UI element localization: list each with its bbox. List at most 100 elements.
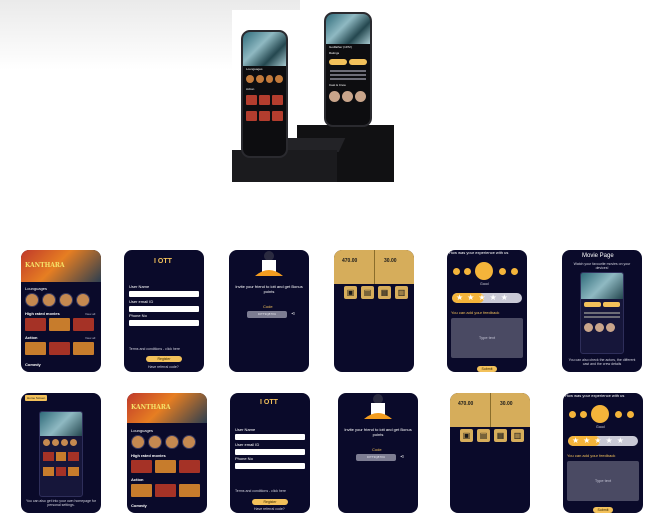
movie-thumb[interactable] — [155, 484, 176, 497]
action-row — [25, 342, 94, 355]
phone-field[interactable] — [235, 463, 305, 469]
feedback-question: How was your experience with us — [565, 393, 625, 398]
section-comedy: Comedy — [25, 362, 41, 367]
movie-thumb[interactable] — [179, 484, 200, 497]
code-label: Code — [372, 447, 382, 452]
star-rating-bar[interactable]: ★ ★ ★ ★ ★ — [452, 293, 522, 303]
feedback-textarea[interactable]: Type text — [567, 461, 639, 501]
username-field[interactable] — [129, 291, 199, 297]
hero-language-row — [243, 72, 286, 86]
email-field[interactable] — [235, 449, 305, 455]
screen-register-2[interactable]: I OTT User Name User email ID Phone No T… — [230, 393, 310, 513]
section-action: Action — [131, 477, 144, 482]
movie-thumb[interactable] — [49, 318, 70, 331]
wallet-divider — [490, 393, 491, 427]
username-field[interactable] — [235, 434, 305, 440]
screen-feedback[interactable]: How was your experience with us Good ★ ★ ★… — [447, 250, 527, 372]
feedback-question: How was your experience with us — [449, 250, 509, 255]
submit-button[interactable]: Submit — [593, 507, 613, 513]
face-superb-icon[interactable] — [627, 411, 634, 418]
screen-register[interactable]: I OTT User Name User email ID Phone No T… — [124, 250, 204, 372]
referral-link[interactable]: Have referral code? — [254, 507, 285, 511]
language-chip[interactable] — [25, 293, 39, 307]
language-chip[interactable] — [42, 293, 56, 307]
referral-link[interactable]: Have referral code? — [148, 365, 179, 369]
gift-icon[interactable]: ▣ — [460, 429, 473, 442]
wallet-icon[interactable]: ▥ — [511, 429, 524, 442]
language-chip[interactable] — [131, 435, 145, 449]
submit-button[interactable]: Submit — [477, 366, 497, 372]
movie-thumb[interactable] — [131, 460, 152, 473]
page: Lounguages Action Godfather (1972) Ratin… — [0, 0, 659, 527]
movie-thumb[interactable] — [131, 484, 152, 497]
movie-thumb[interactable] — [73, 318, 94, 331]
movie-thumb[interactable] — [25, 318, 46, 331]
hero-mockup: Lounguages Action Godfather (1972) Ratin… — [232, 10, 394, 182]
screen-home[interactable]: KANTHARA Lounguages High rated movies Vi… — [21, 250, 101, 372]
screen-movie-page[interactable]: Movie Page Watch your favourite movies o… — [562, 250, 642, 372]
selected-face-label: Good — [480, 282, 489, 286]
movie-thumb[interactable] — [179, 460, 200, 473]
face-bad-icon[interactable] — [464, 268, 471, 275]
home-preview-phone — [39, 411, 83, 497]
email-field[interactable] — [129, 306, 199, 312]
section-high-rated: High rated movies — [25, 311, 60, 316]
register-button[interactable]: Register — [252, 499, 288, 505]
coupon-icon[interactable]: ▦ — [494, 429, 507, 442]
movie-thumb[interactable] — [49, 342, 70, 355]
movie-thumb[interactable] — [155, 460, 176, 473]
gift-icon[interactable]: ▣ — [344, 286, 357, 299]
card-icon[interactable]: ▤ — [477, 429, 490, 442]
screen-home-2[interactable]: KANTHARA Lounguages High rated movies Ac… — [127, 393, 207, 513]
view-all-link[interactable]: View all — [85, 336, 95, 340]
movie-thumb[interactable] — [73, 342, 94, 355]
face-very-bad-icon[interactable] — [453, 268, 460, 275]
face-bad-icon[interactable] — [580, 411, 587, 418]
language-row — [131, 435, 196, 449]
movie-thumb[interactable] — [25, 342, 46, 355]
referral-code[interactable]: IOTT3Q87XU — [356, 454, 396, 461]
wallet-left-value: 470.00 — [458, 401, 474, 407]
language-row — [25, 293, 90, 307]
view-all-link[interactable]: View all — [85, 312, 95, 316]
screen-invite-2[interactable]: Invite your friend to iott and get Bonus… — [338, 393, 418, 513]
language-chip[interactable] — [76, 293, 90, 307]
face-good-icon[interactable] — [591, 405, 609, 423]
card-icon[interactable]: ▤ — [361, 286, 374, 299]
code-label: Code — [263, 304, 273, 309]
language-chip[interactable] — [165, 435, 179, 449]
wallet-left-value: 470.00 — [342, 258, 358, 264]
hero-trailer-button[interactable] — [349, 59, 367, 65]
face-very-bad-icon[interactable] — [569, 411, 576, 418]
coupon-icon[interactable]: ▦ — [378, 286, 391, 299]
referral-code[interactable]: IOTT3Q87XU — [247, 311, 287, 318]
field-label-phone: Phone No — [129, 313, 147, 318]
screen-wallet[interactable]: 470.00 30.00 ▣ ▤ ▦ ▥ — [334, 250, 414, 372]
terms-checkbox-label[interactable]: Terms and conditions - click here — [129, 347, 180, 351]
screen-wallet-2[interactable]: 470.00 30.00 ▣ ▤ ▦ ▥ — [450, 393, 530, 513]
screen-invite[interactable]: Invite your friend to iott and get Bonus… — [229, 250, 309, 372]
section-languages: Lounguages — [131, 428, 154, 433]
field-label-username: User Name — [129, 284, 150, 289]
language-chip[interactable] — [59, 293, 73, 307]
star-rating-bar[interactable]: ★ ★ ★ ★ ★ — [568, 436, 638, 446]
feedback-textarea[interactable]: Type text — [451, 318, 523, 358]
screen-home-preview[interactable]: Home Screen You can also get into your o… — [21, 393, 101, 513]
language-chip[interactable] — [148, 435, 162, 449]
language-chip[interactable] — [182, 435, 196, 449]
share-icon[interactable]: ⋖ — [400, 454, 404, 460]
face-good-icon[interactable] — [475, 262, 493, 280]
wallet-right-value: 30.00 — [500, 401, 513, 407]
wallet-icon[interactable]: ▥ — [395, 286, 408, 299]
hero-phone-detail: Godfather (1972) Ratings Cast & Crew — [324, 12, 372, 127]
face-nice-icon[interactable] — [499, 268, 506, 275]
movie-page-footer: You can also check the actors, the diffe… — [568, 358, 636, 366]
share-icon[interactable]: ⋖ — [291, 311, 295, 317]
phone-field[interactable] — [129, 320, 199, 326]
screen-feedback-2[interactable]: How was your experience with us Good ★ ★ ★… — [563, 393, 643, 513]
hero-play-button[interactable] — [329, 59, 347, 65]
face-nice-icon[interactable] — [615, 411, 622, 418]
register-button[interactable]: Register — [146, 356, 182, 362]
face-superb-icon[interactable] — [511, 268, 518, 275]
terms-checkbox-label[interactable]: Terms and conditions - click here — [235, 489, 286, 493]
